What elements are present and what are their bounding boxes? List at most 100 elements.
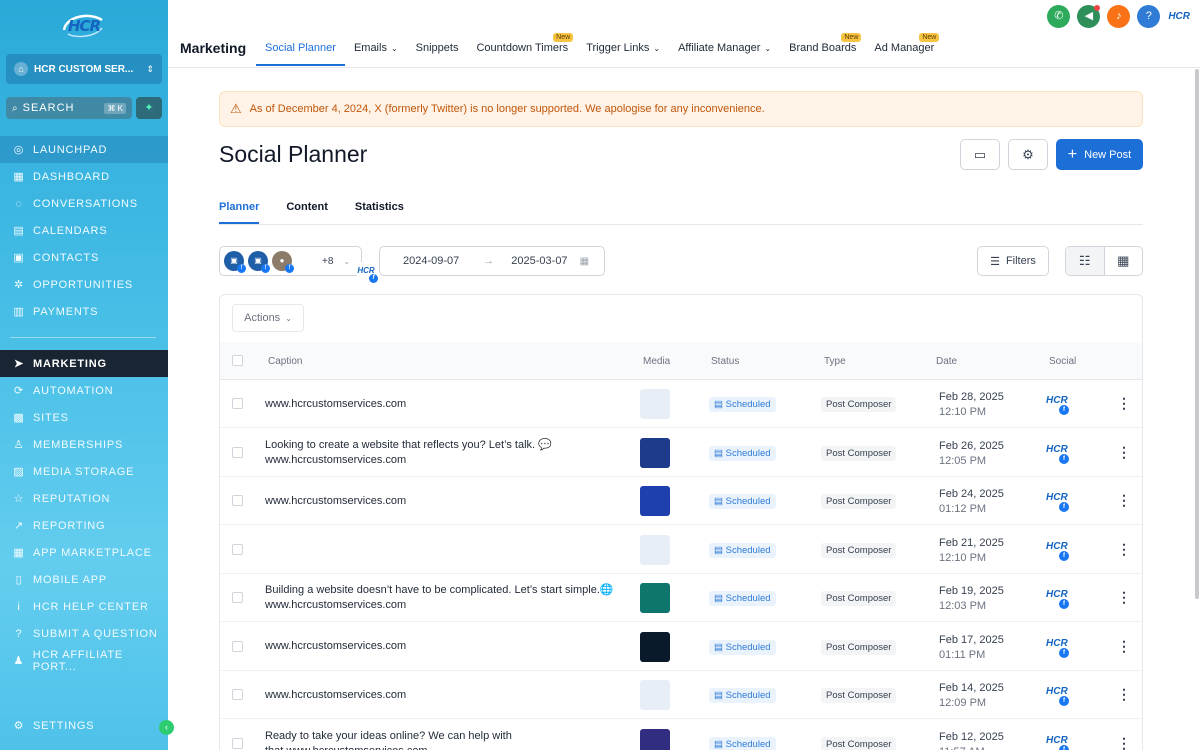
sidebar-item-reporting[interactable]: ↗ REPORTING	[0, 512, 168, 539]
more-options-icon[interactable]: ⋮	[1117, 444, 1131, 461]
select-all-checkbox[interactable]	[232, 355, 243, 366]
facebook-icon: f	[1059, 696, 1069, 706]
row-checkbox[interactable]	[232, 446, 243, 458]
more-options-icon[interactable]: ⋮	[1117, 395, 1131, 412]
quick-action-button[interactable]: ✦	[136, 97, 162, 119]
sidebar-item-memberships[interactable]: ♙ MEMBERSHIPS	[0, 431, 168, 458]
sidebar-item-automation[interactable]: ⟳ AUTOMATION	[0, 377, 168, 404]
actions-dropdown[interactable]: Actions ⌄	[232, 304, 304, 332]
notifications-button[interactable]: ♪	[1107, 5, 1131, 28]
sidebar-item-app-marketplace[interactable]: ▦ APP MARKETPLACE	[0, 539, 168, 566]
filters-button[interactable]: ☰ Filters	[977, 246, 1049, 276]
caption-line: www.hcrcustomservices.com	[265, 397, 407, 410]
row-checkbox[interactable]	[232, 495, 243, 506]
announcements-button[interactable]: ◀	[1077, 5, 1101, 28]
row-checkbox[interactable]	[232, 543, 243, 555]
media-thumbnail[interactable]	[640, 680, 670, 710]
more-options-icon[interactable]: ⋮	[1117, 735, 1131, 750]
status-badge: ▤ Scheduled	[709, 542, 776, 558]
caption-line: www.hcrcustomservices.com	[265, 688, 407, 701]
tab-ad-manager[interactable]: Ad Manager New	[865, 33, 943, 66]
time-text: 01:12 PM	[939, 503, 987, 515]
sidebar-item-conversations[interactable]: ◌ CONVERSATIONS	[0, 190, 168, 217]
sidebar-item-opportunities[interactable]: ✲ OPPORTUNITIES	[0, 271, 168, 298]
feedback-button[interactable]: ▭	[960, 139, 1000, 170]
sidebar-item-settings[interactable]: ⚙ SETTINGS	[0, 712, 168, 739]
tab-social-planner[interactable]: Social Planner	[256, 34, 345, 66]
time-text: 12:03 PM	[939, 600, 987, 612]
media-thumbnail[interactable]	[640, 583, 670, 613]
tab-statistics[interactable]: Statistics	[355, 201, 404, 224]
sidebar-item-mobile-app[interactable]: ▯ MOBILE APP	[0, 566, 168, 593]
tab-countdown-timers[interactable]: Countdown Timers New	[467, 33, 577, 66]
more-options-icon[interactable]: ⋮	[1117, 492, 1131, 509]
sidebar-item-payments[interactable]: ▥ PAYMENTS	[0, 298, 168, 325]
tab-affiliate-manager[interactable]: Affiliate Manager ⌄	[669, 34, 780, 66]
sidebar-item-label: APP MARKETPLACE	[33, 546, 152, 559]
tab-planner[interactable]: Planner	[219, 201, 260, 224]
media-thumbnail[interactable]	[640, 486, 670, 516]
new-post-button[interactable]: + New Post	[1056, 139, 1143, 170]
tab-emails[interactable]: Emails ⌄	[345, 34, 407, 66]
row-checkbox[interactable]	[232, 689, 243, 700]
brand-logo[interactable]: HCR	[60, 10, 106, 42]
sidebar-item-marketing[interactable]: ➤ MARKETING	[0, 350, 168, 377]
calendar-view-button[interactable]: ▦	[1105, 247, 1143, 275]
facebook-icon: f	[1059, 502, 1069, 512]
more-options-icon[interactable]: ⋮	[1117, 686, 1131, 703]
sidebar-item-media-storage[interactable]: ▨ MEDIA STORAGE	[0, 458, 168, 485]
automation-icon: ⟳	[13, 385, 25, 397]
help-button[interactable]: ?	[1137, 5, 1161, 28]
nav-divider	[10, 337, 156, 338]
new-post-label: New Post	[1084, 148, 1132, 161]
tab-label: Snippets	[415, 42, 459, 54]
tab-trigger-links[interactable]: Trigger Links ⌄	[577, 34, 669, 66]
row-checkbox[interactable]	[232, 640, 243, 652]
date-range-picker[interactable]: 2024-09-07 → 2025-03-07 ▦	[379, 246, 605, 276]
type-badge: Post Composer	[821, 591, 897, 606]
search-button[interactable]: ⌕ SEARCH ⌘ K	[6, 97, 132, 119]
tab-brand-boards[interactable]: Brand Boards New	[780, 33, 865, 66]
row-checkbox[interactable]	[232, 737, 243, 749]
caption-line: www.hcrcustomservices.com	[265, 453, 407, 466]
row-checkbox[interactable]	[232, 592, 243, 603]
media-thumbnail[interactable]	[640, 534, 670, 565]
sidebar-item-submit-a-question[interactable]: ? SUBMIT A QUESTION	[0, 620, 168, 647]
caption-line: that www.hcrcustomservices.com	[265, 744, 512, 750]
avatar: ● f	[272, 251, 294, 273]
sidebar-item-reputation[interactable]: ☆ REPUTATION	[0, 485, 168, 512]
media-thumbnail[interactable]	[640, 437, 670, 468]
actions-label: Actions	[244, 312, 281, 324]
row-checkbox[interactable]	[232, 398, 243, 409]
apps-icon: ▦	[13, 547, 25, 559]
caption-line: www.hcrcustomservices.com	[265, 494, 407, 507]
sidebar-item-hcr-affiliate-port[interactable]: ♟ HCR AFFILIATE PORT...	[0, 647, 168, 674]
status-text: Scheduled	[725, 399, 771, 410]
settings-button[interactable]: ⚙	[1008, 139, 1048, 170]
status-badge: ▤ Scheduled	[709, 445, 776, 461]
sidebar-item-launchpad[interactable]: ◎ LAUNCHPAD	[0, 136, 168, 163]
date-from: 2024-09-07	[403, 255, 460, 267]
sidebar-item-dashboard[interactable]: ▦ DASHBOARD	[0, 163, 168, 190]
more-options-icon[interactable]: ⋮	[1117, 589, 1131, 606]
more-options-icon[interactable]: ⋮	[1117, 541, 1131, 558]
media-thumbnail[interactable]	[640, 728, 670, 750]
search-shortcut: ⌘ K	[104, 102, 126, 114]
sidebar-item-contacts[interactable]: ▣ CONTACTS	[0, 244, 168, 271]
page-scrollbar[interactable]	[1195, 69, 1199, 599]
sidebar-item-sites[interactable]: ▩ SITES	[0, 404, 168, 431]
profile-avatar[interactable]: HCR	[1168, 11, 1190, 22]
type-badge: Post Composer	[821, 736, 897, 750]
account-filter[interactable]: ▣ f ▣ f ● f HCR f +8 ⌄	[219, 246, 378, 283]
media-thumbnail[interactable]	[640, 389, 670, 419]
list-view-button[interactable]: ☷	[1066, 247, 1105, 275]
account-switcher[interactable]: ⌂ HCR CUSTOM SER... ⇕	[6, 54, 162, 84]
sidebar-item-calendars[interactable]: ▤ CALENDARS	[0, 217, 168, 244]
phone-button[interactable]: ✆	[1047, 5, 1071, 28]
more-options-icon[interactable]: ⋮	[1117, 638, 1131, 655]
warning-icon: ⚠	[230, 101, 242, 116]
media-thumbnail[interactable]	[640, 631, 670, 662]
tab-snippets[interactable]: Snippets	[407, 34, 468, 66]
sidebar-item-hcr-help-center[interactable]: i HCR HELP CENTER	[0, 593, 168, 620]
tab-content[interactable]: Content	[286, 201, 328, 224]
